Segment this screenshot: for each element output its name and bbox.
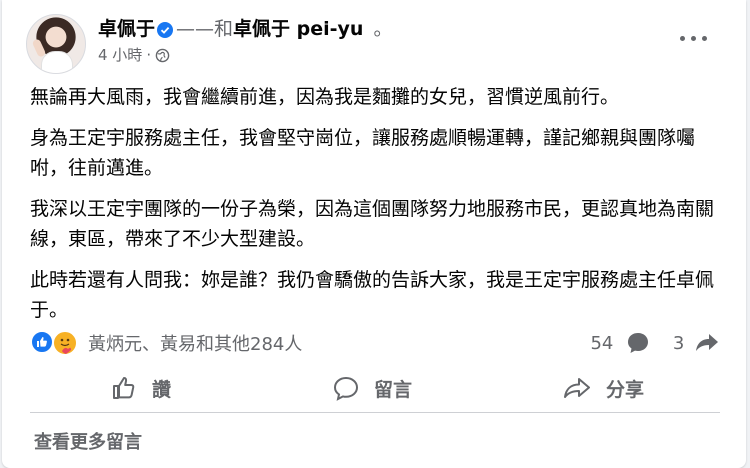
post-paragraph: 我深以王定宇團隊的一份子為榮，因為這個團隊努力地服務市民，更認真地為南關線，東區… [30,198,715,250]
thumbs-up-icon [113,377,135,399]
post-actions: 讚 留言 分享 [30,364,720,412]
more-dot-icon [702,36,707,41]
share-icon [564,378,590,398]
share-arrow-icon [690,332,720,353]
post-meta: 4 小時 · [98,44,170,67]
reaction-icons[interactable] [30,330,86,356]
reactions-summary: 黃炳元、黃易和其他284人 54 3 [30,328,720,358]
author-avatar[interactable] [26,14,86,74]
header-end-mark: 。 [373,18,393,40]
meta-dot: · [146,46,152,64]
comment-button[interactable]: 留言 [332,368,412,408]
tagged-name[interactable]: 卓佩于 pei-yu [233,18,363,40]
care-reaction-icon [52,330,78,356]
post-card: 卓佩于 ——和卓佩于 pei-yu 。 4 小時 · 無論再大風雨，我會繼續前進，因為… [2,0,746,468]
share-button[interactable]: 分享 [562,368,644,408]
share-label: 分享 [606,378,645,401]
engagement-counts: 54 3 [590,330,720,356]
like-button[interactable]: 讚 [110,368,171,408]
with-text: ——和 [176,18,234,40]
view-more-comments-link[interactable]: 查看更多留言 [34,428,142,454]
more-options-button[interactable] [678,24,710,52]
post-paragraph: 身為王定宇服務處主任，我會堅守崗位，讓服務處順暢運轉，謹記鄉親與團隊囑咐，往前邁… [30,127,696,179]
post-text: 無論再大風雨，我會繼續前進，因為我是麵攤的女兒，習慣逆風前行。 身為王定宇服務處… [30,82,720,336]
avatar-body-shape [41,51,73,73]
post-header-title: 卓佩于 ——和卓佩于 pei-yu 。 [98,14,392,43]
like-reaction-icon [30,330,54,354]
more-dot-icon [680,36,685,41]
verified-badge-icon [157,21,174,43]
post-paragraph: 無論再大風雨，我會繼續前進，因為我是麵攤的女兒，習慣逆風前行。 [30,86,620,108]
comment-bubble-icon [619,332,667,353]
post-time[interactable]: 4 小時 [98,46,142,64]
actions-divider [30,412,720,413]
comment-label: 留言 [374,378,413,401]
comments-count[interactable]: 54 [590,333,613,354]
post-paragraph: 此時若還有人問我：妳是誰？我仍會驕傲的告訴大家，我是王定宇服務處主任卓佩于。 [30,269,715,321]
reaction-names[interactable]: 黃炳元、黃易和其他284人 [88,330,302,356]
more-dot-icon [691,36,696,41]
comment-icon [333,376,359,401]
shares-count[interactable]: 3 [673,333,684,354]
author-name[interactable]: 卓佩于 [98,18,155,40]
globe-icon[interactable] [155,48,170,67]
like-label: 讚 [152,378,172,401]
